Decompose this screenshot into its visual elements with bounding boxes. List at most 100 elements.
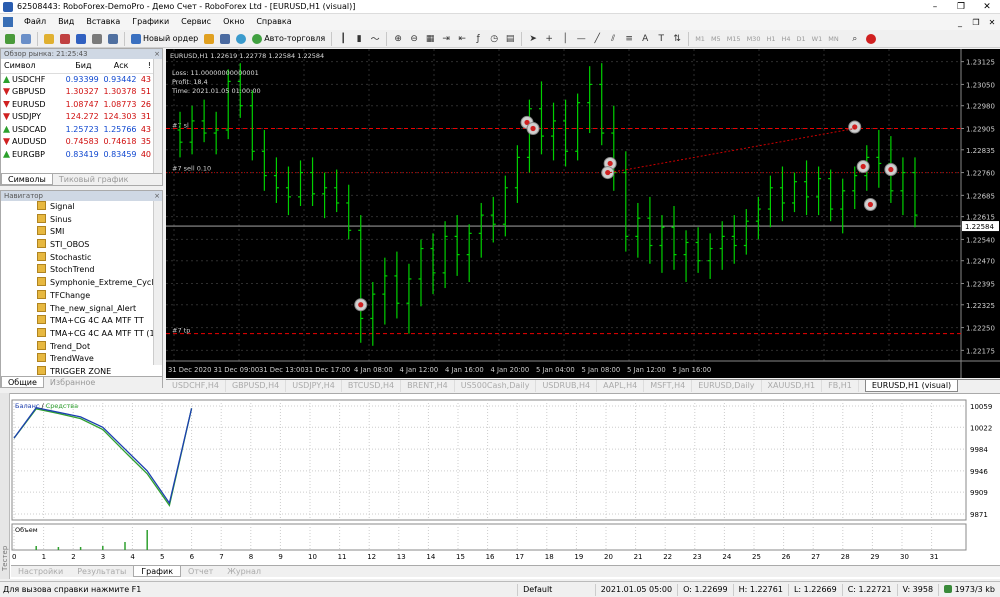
channel-icon[interactable]: ⫽: [606, 32, 620, 46]
tf-mn[interactable]: MN: [825, 35, 841, 43]
tab-graph[interactable]: График: [133, 566, 182, 577]
menu-view[interactable]: Вид: [52, 14, 80, 30]
terminal-icon[interactable]: [90, 32, 104, 46]
auto-trading-button[interactable]: Авто-торговля: [249, 32, 328, 46]
maximize-button[interactable]: ❐: [948, 0, 974, 14]
tf-m5[interactable]: M5: [708, 35, 724, 43]
chart-tab[interactable]: USDCHF,H4: [166, 380, 226, 392]
market-watch-row[interactable]: USDCHF 0.93399 0.93442 43: [1, 73, 153, 86]
tile-windows-icon[interactable]: ▦: [423, 32, 437, 46]
price-chart-svg[interactable]: 1.23125 1.23050 1.22980 1.22905 1.22835 1.227…: [166, 49, 1000, 378]
trendline-icon[interactable]: ╱: [590, 32, 604, 46]
cursor-icon[interactable]: ➤: [526, 32, 540, 46]
fibo-icon[interactable]: ≡: [622, 32, 636, 46]
crosshair-icon[interactable]: +: [542, 32, 556, 46]
print-icon[interactable]: [218, 32, 232, 46]
tf-h4[interactable]: H4: [779, 35, 794, 43]
tab-journal[interactable]: Журнал: [220, 566, 268, 577]
minimize-button[interactable]: –: [922, 0, 948, 14]
zoom-in-icon[interactable]: ⊕: [391, 32, 405, 46]
tester-graph[interactable]: 10059100229984994699099871Баланс / Средс…: [0, 394, 1000, 566]
horizontal-line-icon[interactable]: —: [574, 32, 588, 46]
market-watch-row[interactable]: AUDUSD 0.74583 0.74618 35: [1, 136, 153, 149]
navigator-item[interactable]: Stochastic: [37, 251, 153, 265]
market-watch-close-icon[interactable]: ×: [154, 49, 162, 59]
search-icon[interactable]: ⌕: [848, 32, 862, 46]
chart-tab[interactable]: BTCUSD,H4: [342, 380, 402, 392]
bar-chart-icon[interactable]: ┃: [336, 32, 350, 46]
market-watch-row[interactable]: USDJPY 124.272 124.303 31: [1, 111, 153, 124]
menu-insert[interactable]: Вставка: [80, 14, 126, 30]
chart-tab[interactable]: USDRUB,H4: [536, 380, 598, 392]
market-watch-icon[interactable]: [42, 32, 56, 46]
profiles-icon[interactable]: [19, 32, 33, 46]
tab-tick-chart[interactable]: Тиковый график: [53, 174, 135, 185]
menu-charts[interactable]: Графики: [126, 14, 175, 30]
new-order-button[interactable]: Новый ордер: [128, 32, 201, 46]
close-button[interactable]: ✕: [974, 0, 1000, 14]
col-bid[interactable]: Бид: [63, 59, 101, 74]
chart-shift-icon[interactable]: ⇤: [455, 32, 469, 46]
data-window-icon[interactable]: [58, 32, 72, 46]
col-spread[interactable]: !: [138, 59, 153, 74]
menu-window[interactable]: Окно: [217, 14, 250, 30]
chart-tab[interactable]: FB,H1: [822, 380, 859, 392]
menu-help[interactable]: Справка: [250, 14, 297, 30]
autoscroll-icon[interactable]: ⇥: [439, 32, 453, 46]
menu-file[interactable]: Файл: [18, 14, 52, 30]
child-restore-button[interactable]: ❐: [968, 18, 984, 27]
tab-favorites[interactable]: Избранное: [44, 377, 101, 388]
navigator-item[interactable]: STI_OBOS: [37, 239, 153, 252]
market-watch-row[interactable]: EURGBP 0.83419 0.83459 40: [1, 148, 153, 161]
col-ask[interactable]: Аск: [100, 59, 139, 74]
navigator-icon[interactable]: [74, 32, 88, 46]
navigator-item[interactable]: StochTrend: [37, 264, 153, 277]
tf-d1[interactable]: D1: [794, 35, 809, 43]
col-symbol[interactable]: Символ: [1, 59, 63, 74]
arrows-icon[interactable]: ⇅: [670, 32, 684, 46]
navigator-item[interactable]: TFChange: [37, 289, 153, 303]
navigator-item[interactable]: SMI: [37, 226, 153, 239]
indicators-icon[interactable]: ƒ: [471, 32, 485, 46]
tf-m15[interactable]: M15: [724, 35, 744, 43]
chart-tab[interactable]: EURUSD,H1 (visual): [864, 380, 959, 392]
navigator-item[interactable]: TMA+CG 4C AA MTF TT (1: [37, 327, 153, 341]
tab-symbols[interactable]: Символы: [1, 174, 53, 185]
chart-tab[interactable]: US500Cash,Daily: [455, 380, 537, 392]
tab-report[interactable]: Отчет: [181, 566, 220, 577]
tab-results[interactable]: Результаты: [70, 566, 133, 577]
navigator-scrollbar[interactable]: [153, 201, 162, 365]
notification-icon[interactable]: [864, 32, 878, 46]
periods-icon[interactable]: ◷: [487, 32, 501, 46]
tf-w1[interactable]: W1: [809, 35, 826, 43]
tab-settings[interactable]: Настройки: [11, 566, 70, 577]
navigator-item[interactable]: Symphonie_Extreme_Cycle: [37, 277, 153, 290]
templates-icon[interactable]: ▤: [503, 32, 517, 46]
navigator-close-icon[interactable]: ×: [154, 191, 162, 201]
tester-icon[interactable]: [106, 32, 120, 46]
chart-tab[interactable]: USDJPY,H4: [286, 380, 342, 392]
navigator-item[interactable]: Signal: [37, 201, 153, 214]
navigator-item[interactable]: Trend_Dot: [37, 340, 153, 354]
tf-h1[interactable]: H1: [763, 35, 778, 43]
metaeditor-icon[interactable]: [202, 32, 216, 46]
new-chart-icon[interactable]: [3, 32, 17, 46]
candlestick-icon[interactable]: ▮: [352, 32, 366, 46]
market-watch-row[interactable]: EURUSD 1.08747 1.08773 26: [1, 98, 153, 111]
market-watch-row[interactable]: GBPUSD 1.30327 1.30378 51: [1, 86, 153, 99]
navigator-item[interactable]: TrendWave: [37, 353, 153, 366]
vertical-line-icon[interactable]: │: [558, 32, 572, 46]
child-close-button[interactable]: ✕: [984, 18, 1000, 27]
label-icon[interactable]: T: [654, 32, 668, 46]
tf-m1[interactable]: M1: [692, 35, 708, 43]
text-icon[interactable]: A: [638, 32, 652, 46]
menu-tools[interactable]: Сервис: [175, 14, 217, 30]
market-watch-scrollbar[interactable]: [153, 59, 162, 173]
chart-tab[interactable]: XAUUSD,H1: [762, 380, 823, 392]
chart-tab[interactable]: BRENT,H4: [401, 380, 455, 392]
market-watch-row[interactable]: USDCAD 1.25723 1.25766 43: [1, 123, 153, 136]
chart-tab[interactable]: AAPL,H4: [597, 380, 645, 392]
navigator-item[interactable]: TMA+CG 4C AA MTF TT: [37, 315, 153, 328]
chart-tab[interactable]: EURUSD,Daily: [692, 380, 762, 392]
zoom-out-icon[interactable]: ⊖: [407, 32, 421, 46]
